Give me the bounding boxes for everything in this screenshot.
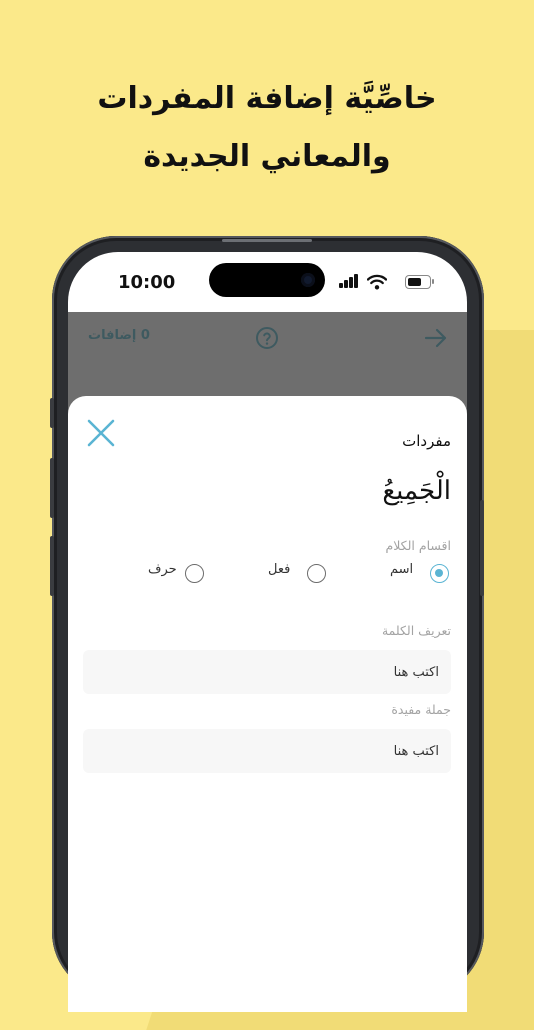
question-circle-icon[interactable] bbox=[255, 326, 279, 350]
radio-noun[interactable] bbox=[430, 564, 449, 583]
radio-verb-label: فعل bbox=[268, 562, 291, 577]
additions-count: 0 إضافات bbox=[88, 328, 150, 343]
radio-verb[interactable] bbox=[307, 564, 326, 583]
status-icons bbox=[313, 274, 434, 290]
sentence-field[interactable] bbox=[83, 729, 451, 773]
dynamic-island bbox=[209, 263, 325, 297]
sheet-title: مفردات bbox=[402, 432, 451, 450]
status-time: 10:00 bbox=[118, 272, 176, 293]
phone-side-button bbox=[50, 398, 54, 428]
radio-noun-label: اسم bbox=[390, 562, 414, 577]
definition-input[interactable] bbox=[83, 650, 451, 694]
sentence-input[interactable] bbox=[83, 729, 451, 773]
headline-line-2: والمعاني الجديدة bbox=[143, 139, 391, 174]
close-icon[interactable] bbox=[86, 418, 116, 448]
phone-power-button bbox=[480, 500, 484, 596]
radio-particle[interactable] bbox=[185, 564, 204, 583]
battery-icon bbox=[405, 275, 434, 289]
add-vocabulary-sheet: مفردات الْجَمِيعُ اقسام الكلام اسم فعل ح… bbox=[68, 396, 467, 1012]
definition-label: تعريف الكلمة bbox=[381, 623, 451, 638]
headline-line-1: خاصِّيَّة إضافة المفردات bbox=[97, 81, 437, 116]
sentence-label: جملة مفيدة bbox=[391, 702, 451, 717]
headline: خاصِّيَّة إضافة المفردات والمعاني الجديد… bbox=[0, 70, 534, 186]
signal-icon bbox=[339, 274, 359, 290]
phone-volume-up bbox=[50, 458, 54, 518]
phone-screen: 10:00 0 إضافات مفردات الْجَمِيعُ اقسام ا… bbox=[68, 252, 467, 1012]
vocabulary-word: الْجَمِيعُ bbox=[382, 476, 451, 506]
radio-particle-label: حرف bbox=[148, 562, 177, 577]
phone-volume-down bbox=[50, 536, 54, 596]
arrow-right-icon[interactable] bbox=[423, 326, 449, 350]
definition-field[interactable] bbox=[83, 650, 451, 694]
parts-of-speech-label: اقسام الكلام bbox=[385, 538, 451, 553]
wifi-icon bbox=[367, 274, 387, 290]
